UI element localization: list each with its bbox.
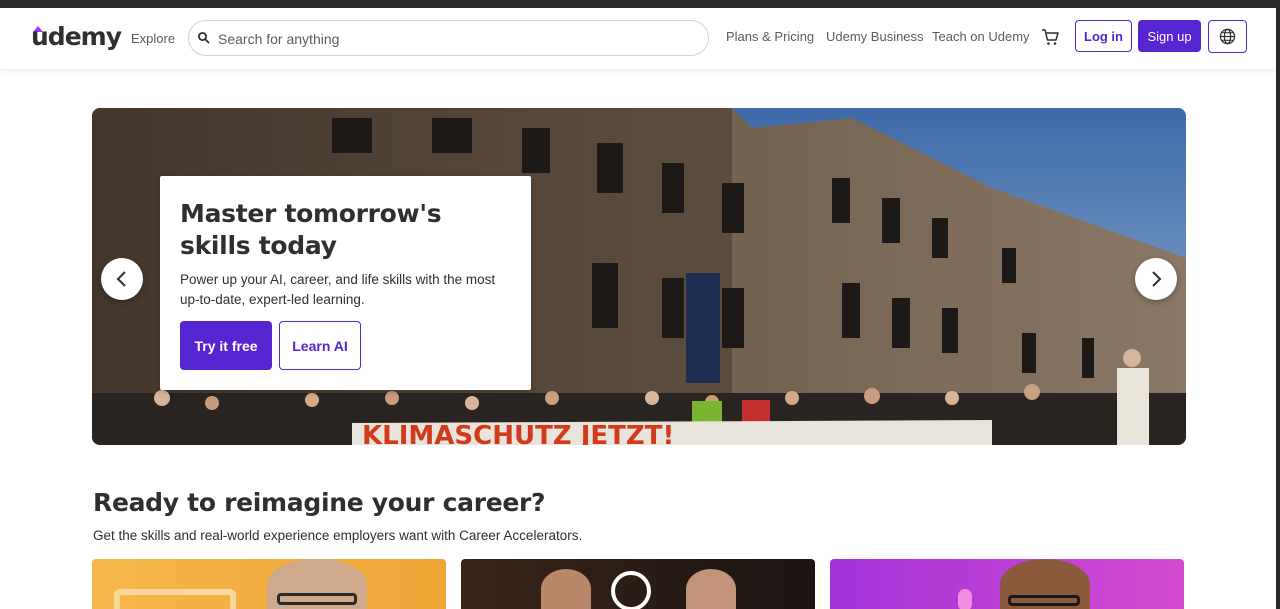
signup-button[interactable]: Sign up	[1138, 20, 1201, 52]
carousel-next-button[interactable]	[1135, 258, 1177, 300]
explore-link[interactable]: Explore	[131, 31, 175, 46]
try-it-free-button[interactable]: Try it free	[180, 321, 272, 370]
card-illustration	[114, 589, 236, 609]
globe-icon	[1219, 28, 1236, 45]
person-image	[686, 569, 736, 609]
career-section-title: Ready to reimagine your career?	[93, 488, 546, 517]
udemy-logo[interactable]: udemy	[31, 22, 122, 51]
search-bar[interactable]	[188, 20, 709, 56]
teach-on-udemy-link[interactable]: Teach on Udemy	[932, 29, 1030, 44]
hero-subtitle: Power up your AI, career, and life skill…	[180, 272, 496, 307]
browser-edge	[1276, 8, 1280, 609]
search-input[interactable]	[218, 27, 688, 51]
hero-title: Master tomorrow's skills today	[180, 199, 442, 260]
chevron-right-icon	[1152, 271, 1162, 287]
glasses-graphic	[277, 593, 357, 605]
career-card[interactable]	[92, 559, 446, 609]
person-image	[541, 569, 591, 609]
language-button[interactable]	[1208, 20, 1247, 53]
site-header: udemy Explore Plans & Pricing Udemy Busi…	[0, 8, 1276, 69]
search-icon[interactable]	[197, 31, 211, 45]
plans-pricing-link[interactable]: Plans & Pricing	[726, 29, 814, 44]
mic-icon	[958, 589, 972, 609]
protest-banner-text: KLIMASCHUTZ JETZT!	[362, 421, 674, 445]
career-section-subtitle: Get the skills and real-world experience…	[93, 528, 583, 543]
career-card[interactable]	[461, 559, 815, 609]
carousel-prev-button[interactable]	[101, 258, 143, 300]
ai-logo-icon	[611, 571, 651, 609]
browser-top-bar	[0, 0, 1280, 8]
career-card[interactable]	[830, 559, 1184, 609]
udemy-business-link[interactable]: Udemy Business	[826, 29, 924, 44]
chevron-left-icon	[116, 271, 126, 287]
cart-icon[interactable]	[1040, 27, 1060, 47]
learn-ai-button[interactable]: Learn AI	[279, 321, 361, 370]
hero-cta-group: Try it free Learn AI	[180, 321, 361, 370]
login-button[interactable]: Log in	[1075, 20, 1132, 52]
glasses-graphic	[1008, 595, 1080, 606]
hero-card: Master tomorrow's skills today Power up …	[160, 176, 531, 390]
